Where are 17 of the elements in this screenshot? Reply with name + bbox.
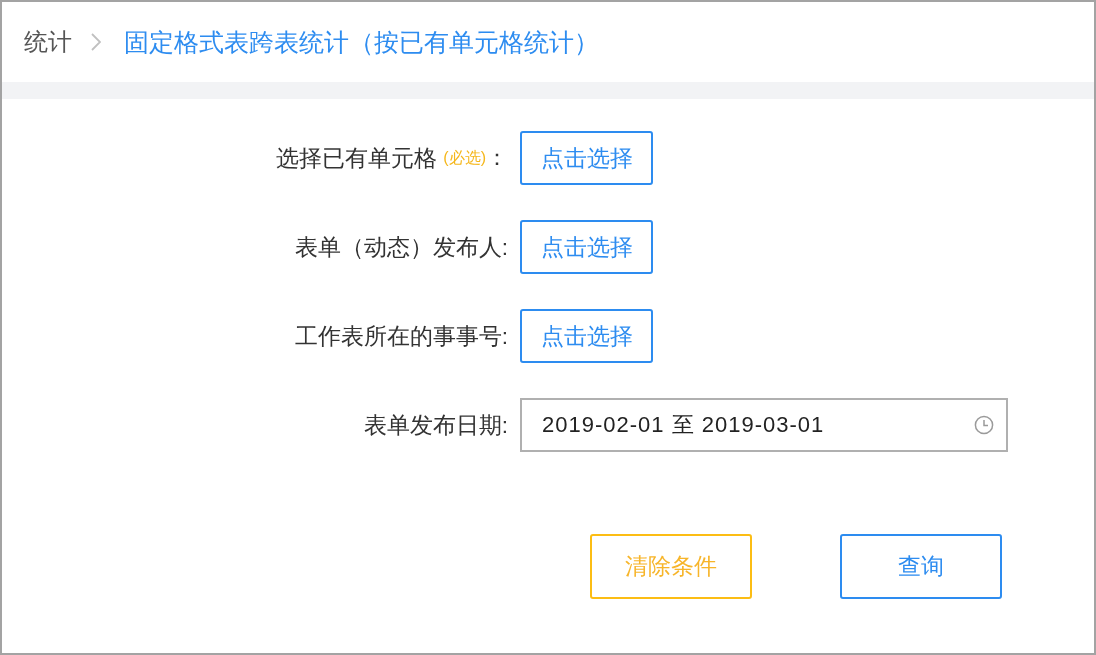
- page-title: 固定格式表跨表统计（按已有单元格统计）: [124, 26, 599, 58]
- chevron-right-icon: [91, 33, 101, 51]
- date-range-field[interactable]: 2019-02-01 至 2019-03-01: [520, 398, 1008, 452]
- select-button[interactable]: 点击选择: [520, 220, 653, 274]
- field-label: 表单发布日期:: [363, 411, 508, 440]
- date-range-value: 2019-02-01 至 2019-03-01: [542, 411, 825, 439]
- field-label: 表单（动态）发布人:: [294, 233, 508, 262]
- label-colon: ：: [486, 144, 508, 172]
- required-note: (必选): [443, 147, 486, 168]
- breadcrumb-link[interactable]: 统计: [24, 26, 72, 58]
- clock-icon: [974, 415, 994, 435]
- field-label: 选择已有单元格: [276, 144, 438, 173]
- select-button[interactable]: 点击选择: [520, 131, 653, 185]
- clear-button[interactable]: 清除条件: [590, 534, 752, 599]
- query-button[interactable]: 查询: [840, 534, 1002, 599]
- select-button[interactable]: 点击选择: [520, 309, 653, 363]
- field-label: 工作表所在的事事号:: [294, 322, 508, 351]
